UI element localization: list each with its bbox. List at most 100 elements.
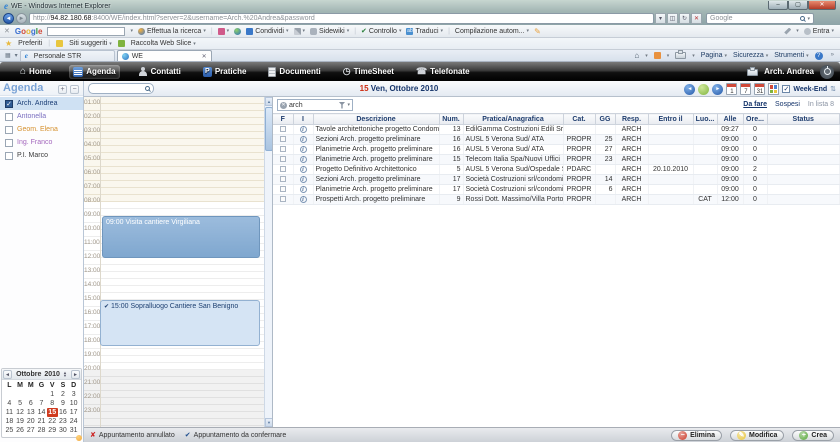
mini-calendar-day[interactable]: 16 bbox=[58, 408, 69, 417]
mini-calendar-day[interactable]: 8 bbox=[47, 399, 58, 408]
ore-cell[interactable]: 0 bbox=[743, 145, 767, 155]
gg-cell[interactable]: 27 bbox=[595, 145, 615, 155]
luogo-cell[interactable] bbox=[693, 155, 717, 165]
mini-calendar-day[interactable]: 10 bbox=[68, 399, 79, 408]
cat-cell[interactable]: PROPR bbox=[563, 185, 595, 195]
browser-search-box[interactable]: Google ▾ bbox=[706, 13, 814, 24]
entro-cell[interactable] bbox=[648, 135, 693, 145]
num-cell[interactable]: 17 bbox=[439, 185, 463, 195]
luogo-cell[interactable] bbox=[693, 125, 717, 135]
column-header[interactable]: Pratica/Anagrafica bbox=[463, 114, 563, 125]
column-header[interactable]: GG bbox=[595, 114, 615, 125]
ore-cell[interactable]: 0 bbox=[743, 195, 767, 205]
user-list-item[interactable]: P.I. Marco bbox=[0, 149, 83, 162]
gg-cell[interactable]: 23 bbox=[595, 155, 615, 165]
row-checkbox-icon[interactable] bbox=[280, 136, 286, 142]
calendar-event[interactable]: ✔15:00 Sopralluogo Cantiere San Benigno bbox=[100, 300, 260, 346]
info-icon[interactable]: i bbox=[300, 176, 307, 183]
table-row[interactable]: iTavole architettoniche progetto Condomi… bbox=[273, 125, 840, 135]
tasks-link-in-lista-8[interactable]: In lista 8 bbox=[808, 101, 834, 108]
pratica-cell[interactable]: Telecom Italia Spa/Nuovi Uffici bbox=[463, 155, 563, 165]
resp-cell[interactable]: ARCH bbox=[615, 165, 648, 175]
traduci-button[interactable]: abTraduci▾ bbox=[406, 28, 443, 35]
dropdown-caret-icon[interactable]: ▾ bbox=[347, 102, 350, 108]
luogo-cell[interactable] bbox=[693, 145, 717, 155]
month-view-button[interactable]: 31 bbox=[754, 83, 765, 95]
tab-we[interactable]: WE ✕ bbox=[117, 50, 212, 61]
luogo-cell[interactable] bbox=[693, 135, 717, 145]
status-cell[interactable] bbox=[767, 185, 840, 195]
user-list-item[interactable]: Ing. Franco bbox=[0, 136, 83, 149]
info-cell[interactable]: i bbox=[293, 165, 313, 175]
alle-cell[interactable]: 09:00 bbox=[717, 145, 743, 155]
bookmark-add-button[interactable]: ▾ bbox=[218, 28, 230, 35]
info-icon[interactable]: i bbox=[300, 136, 307, 143]
column-header[interactable]: Ore... bbox=[743, 114, 767, 125]
preferiti-button[interactable]: Preferiti bbox=[18, 40, 42, 47]
alle-cell[interactable]: 09:00 bbox=[717, 155, 743, 165]
help-icon[interactable]: ? bbox=[815, 52, 823, 60]
strumenti-menu[interactable]: Strumenti ▾ bbox=[774, 52, 808, 59]
alle-cell[interactable]: 09:27 bbox=[717, 125, 743, 135]
mini-calendar-day[interactable]: 30 bbox=[58, 426, 69, 435]
pagina-menu[interactable]: Pagina ▾ bbox=[701, 52, 727, 59]
unchecked-checkbox-icon[interactable] bbox=[5, 152, 13, 160]
quick-tabs-icon[interactable]: ▦ bbox=[5, 52, 11, 59]
unchecked-checkbox-icon[interactable] bbox=[5, 126, 13, 134]
num-cell[interactable]: 16 bbox=[439, 145, 463, 155]
printer-icon[interactable] bbox=[747, 69, 758, 76]
mini-calendar-day[interactable]: 17 bbox=[68, 408, 79, 417]
tab-close-icon[interactable]: ✕ bbox=[202, 53, 207, 60]
row-checkbox-icon[interactable] bbox=[280, 126, 286, 132]
cat-cell[interactable]: PDARC bbox=[563, 165, 595, 175]
cat-cell[interactable]: PROPR bbox=[563, 195, 595, 205]
alle-cell[interactable]: 09:00 bbox=[717, 165, 743, 175]
info-cell[interactable]: i bbox=[293, 195, 313, 205]
status-cell[interactable] bbox=[767, 125, 840, 135]
crea-button[interactable]: +Crea bbox=[792, 430, 834, 441]
gadgets-button[interactable]: ▾ bbox=[294, 28, 306, 35]
autofill-button[interactable]: Compilazione autom...▾ bbox=[455, 28, 529, 35]
cat-cell[interactable]: PROPR bbox=[563, 155, 595, 165]
info-cell[interactable]: i bbox=[293, 145, 313, 155]
year-spinner[interactable]: ▲▼ bbox=[63, 371, 67, 377]
table-row[interactable]: iProspetti Arch. progetto preliminare9Ro… bbox=[273, 195, 840, 205]
alle-cell[interactable]: 09:00 bbox=[717, 185, 743, 195]
column-header[interactable]: Status bbox=[767, 114, 840, 125]
modifica-button[interactable]: ✎Modifica bbox=[730, 430, 784, 441]
row-checkbox-icon[interactable] bbox=[280, 156, 286, 162]
resp-cell[interactable]: ARCH bbox=[615, 155, 648, 165]
entro-cell[interactable] bbox=[648, 125, 693, 135]
info-cell[interactable]: i bbox=[293, 135, 313, 145]
day-calendar[interactable]: 01:0002:0003:0004:0005:0006:0007:0008:00… bbox=[84, 97, 272, 427]
nav-item-timesheet[interactable]: ◷TimeSheet bbox=[339, 65, 398, 78]
home-icon[interactable]: ⌂ bbox=[634, 51, 639, 60]
mini-calendar-day[interactable]: 14 bbox=[36, 408, 47, 417]
info-icon[interactable]: i bbox=[300, 196, 307, 203]
status-cell[interactable] bbox=[767, 175, 840, 185]
mini-calendar-day[interactable]: 6 bbox=[25, 399, 36, 408]
mini-calendar-day[interactable]: 18 bbox=[4, 417, 15, 426]
sidebar-add-button[interactable]: + bbox=[58, 85, 67, 94]
sidewiki-button[interactable]: Sidewiki▾ bbox=[310, 28, 349, 35]
table-row[interactable]: iSezioni Arch. progetto preliminare17Soc… bbox=[273, 175, 840, 185]
luogo-cell[interactable]: CAT bbox=[693, 195, 717, 205]
pratica-cell[interactable]: EdilGamma Costruzioni Edili Srl/condomin… bbox=[463, 125, 563, 135]
num-cell[interactable]: 5 bbox=[439, 165, 463, 175]
mini-calendar-day[interactable]: 4 bbox=[4, 399, 15, 408]
favorites-star-icon[interactable]: ★ bbox=[5, 39, 12, 48]
cat-cell[interactable]: PROPR bbox=[563, 175, 595, 185]
tasks-filter-input[interactable]: ✕ arch ▾ bbox=[277, 99, 353, 111]
info-icon[interactable]: i bbox=[300, 126, 307, 133]
tasks-link-da-fare[interactable]: Da fare bbox=[743, 101, 767, 108]
table-row[interactable]: iPlanimetrie Arch. progetto preliminare1… bbox=[273, 155, 840, 165]
num-cell[interactable]: 17 bbox=[439, 175, 463, 185]
search-dropdown-icon[interactable]: ▾ bbox=[807, 14, 810, 24]
entra-button[interactable]: Entra▾ bbox=[804, 28, 834, 35]
ore-cell[interactable]: 2 bbox=[743, 165, 767, 175]
search-icon[interactable] bbox=[800, 16, 805, 21]
mini-calendar-day[interactable]: 31 bbox=[68, 426, 79, 435]
url-dropdown-icon[interactable]: ▾ bbox=[655, 13, 666, 24]
scroll-up-icon[interactable]: ▲ bbox=[265, 97, 272, 106]
status-cell[interactable] bbox=[767, 135, 840, 145]
